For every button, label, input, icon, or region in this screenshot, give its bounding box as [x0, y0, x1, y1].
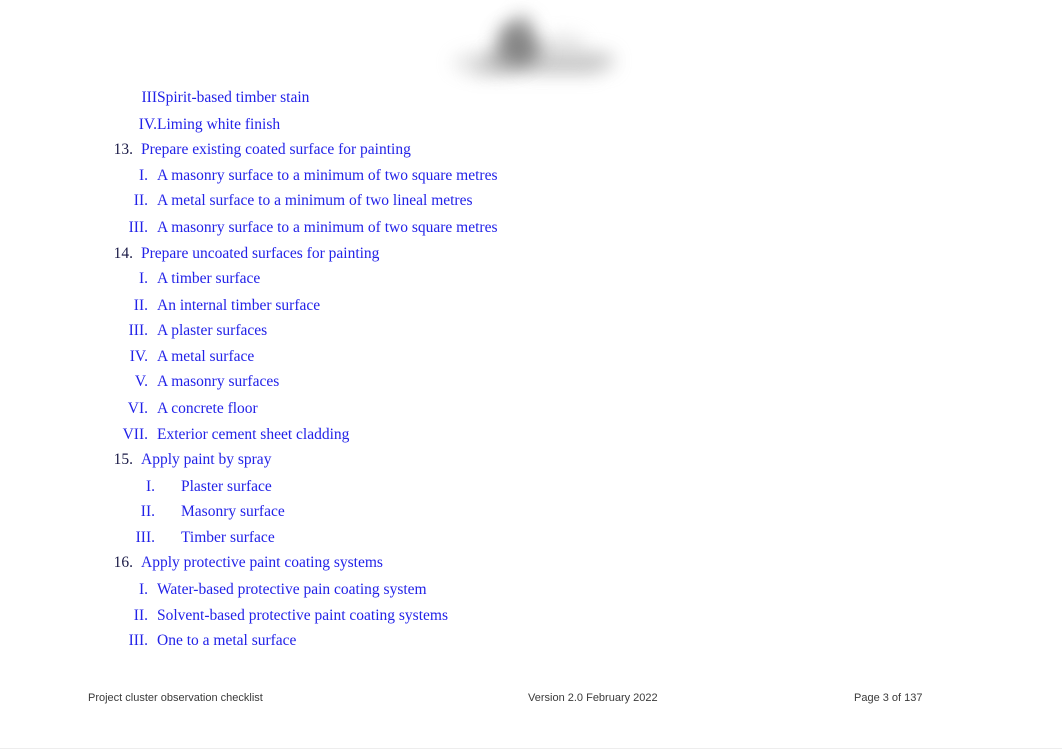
sub-item-label: Solvent-based protective paint coating s…	[157, 607, 448, 624]
sub-item-numeral: VI.	[127, 400, 148, 417]
item-label: Prepare existing coated surface for pain…	[141, 141, 411, 158]
sub-item-numeral: I.	[138, 167, 148, 184]
logo-shape	[470, 60, 600, 74]
logo-shape	[489, 15, 545, 73]
sub-item-label: A metal surface to a minimum of two line…	[157, 192, 473, 209]
item-number: 15.	[113, 451, 133, 468]
sub-item-label: Exterior cement sheet cladding	[157, 426, 350, 443]
sub-item-numeral: I.	[138, 581, 148, 598]
page-footer: Project cluster observation checklist Ve…	[0, 692, 1062, 710]
sub-item-numeral: II.	[133, 192, 148, 209]
footer-page-number: Page 3 of 137	[854, 692, 923, 704]
sub-item-label: Timber surface	[181, 529, 275, 546]
sub-item-numeral: IV.	[138, 116, 157, 133]
sub-item-numeral: III.	[135, 529, 155, 546]
sub-item-numeral: II.	[133, 607, 148, 624]
logo-shape	[452, 52, 522, 74]
footer-version: Version 2.0 February 2022	[528, 692, 658, 704]
sub-item-numeral: III.	[128, 632, 148, 649]
sub-item-label: A metal surface	[157, 348, 255, 365]
logo-shape	[481, 34, 549, 76]
item-label: Apply paint by spray	[141, 451, 272, 468]
sub-item-numeral: II.	[140, 503, 155, 520]
sub-item-label: A plaster surfaces	[157, 322, 268, 339]
sub-item-numeral: I.	[138, 270, 148, 287]
logo-shape	[505, 11, 537, 47]
sub-item-label: An internal timber surface	[157, 297, 321, 314]
footer-document-title: Project cluster observation checklist	[88, 692, 263, 704]
sub-item-numeral: III.	[128, 219, 148, 236]
sub-item-label: Spirit-based timber stain	[157, 89, 310, 106]
sub-item-label: A masonry surface to a minimum of two sq…	[157, 219, 498, 236]
sub-item-label: Plaster surface	[181, 478, 272, 495]
sub-item-numeral: III.	[128, 322, 148, 339]
logo-shape	[540, 34, 586, 56]
sub-item-label: One to a metal surface	[157, 632, 297, 649]
sub-item-label: Liming white finish	[157, 116, 281, 133]
logo-shape	[524, 52, 614, 70]
sub-item-label: A masonry surfaces	[157, 373, 280, 390]
item-label: Prepare uncoated surfaces for painting	[141, 245, 380, 262]
item-number: 13.	[113, 141, 133, 158]
sub-item-numeral: VII.	[122, 426, 148, 443]
sub-item-numeral: II.	[133, 297, 148, 314]
sub-item-label: Masonry surface	[181, 503, 285, 520]
sub-item-label: Water-based protective pain coating syst…	[157, 581, 427, 598]
sub-item-numeral: IV.	[129, 348, 148, 365]
sub-item-label: A concrete floor	[157, 400, 258, 417]
item-number: 16.	[113, 554, 133, 571]
page-bottom-edge	[0, 748, 1062, 749]
item-label: Apply protective paint coating systems	[141, 554, 383, 571]
document-page: III Spirit-based timber stain IV. Liming wh…	[0, 0, 1062, 751]
sub-item-numeral: III	[141, 89, 158, 106]
sub-item-numeral: I.	[145, 478, 155, 495]
blurred-organisation-logo	[440, 8, 640, 90]
sub-item-label: A masonry surface to a minimum of two sq…	[157, 167, 498, 184]
item-number: 14.	[113, 245, 133, 262]
sub-item-label: A timber surface	[157, 270, 261, 287]
sub-item-numeral: V.	[134, 373, 148, 390]
